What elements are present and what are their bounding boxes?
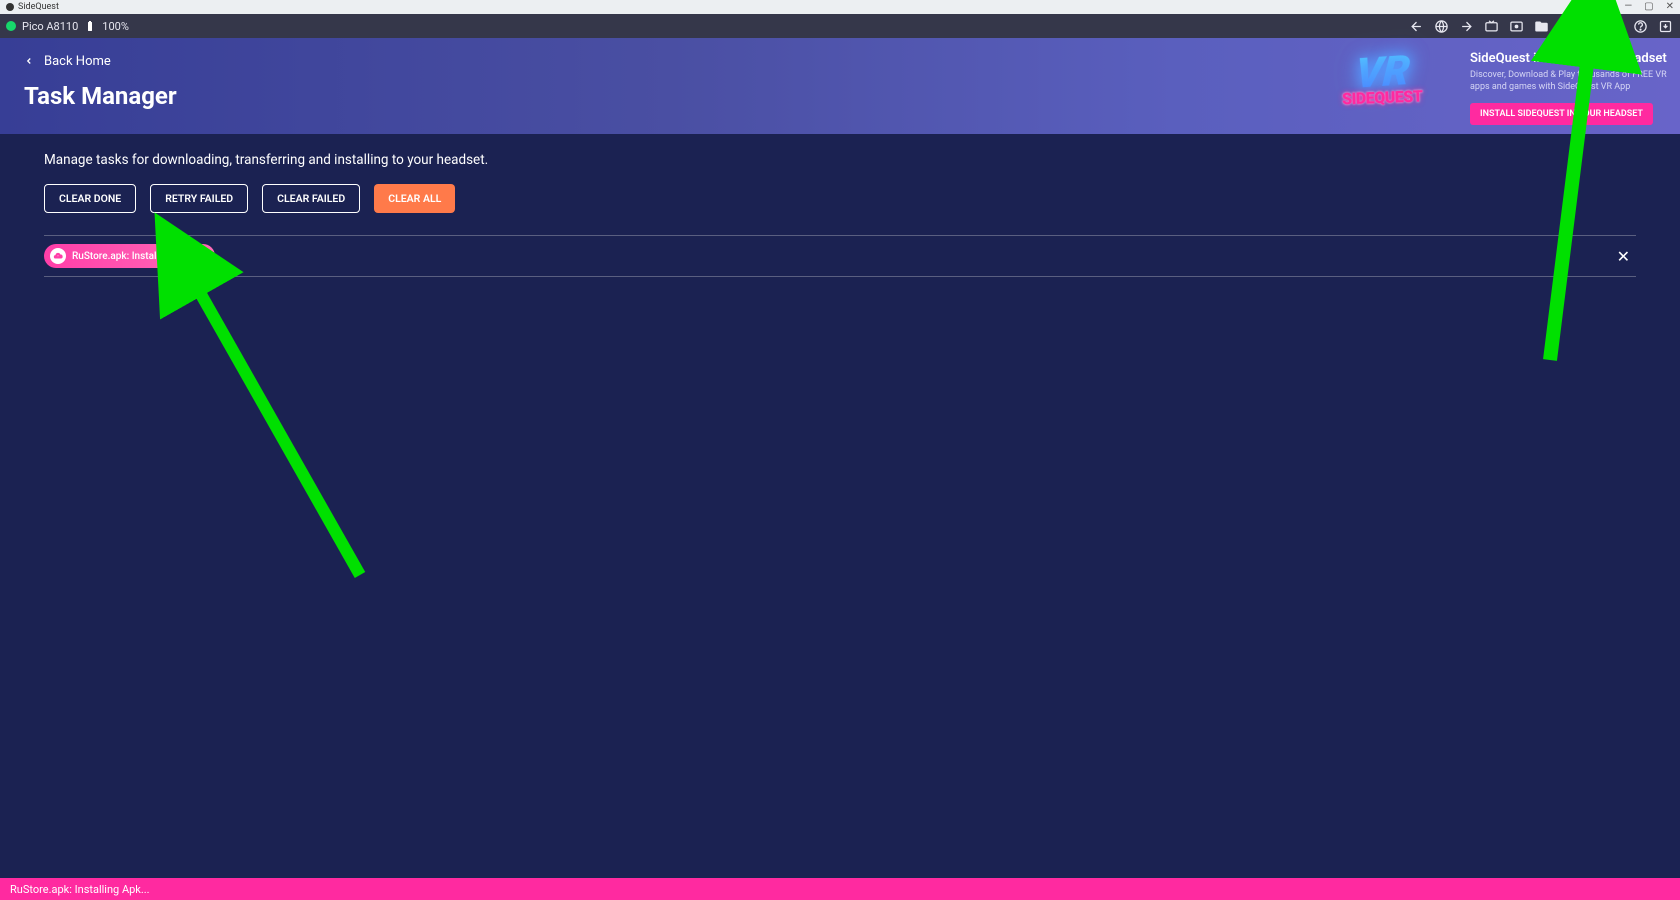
folder-icon[interactable] (1533, 18, 1550, 35)
clear-done-button[interactable]: CLEAR DONE (44, 184, 136, 213)
nav-forward-icon[interactable] (1458, 18, 1475, 35)
window-titlebar: SideQuest — ▢ ✕ (0, 0, 1680, 14)
minimize-button[interactable]: — (1624, 2, 1632, 12)
window-title: SideQuest (18, 2, 59, 12)
browser-icon[interactable] (1433, 18, 1450, 35)
stream-icon[interactable] (1483, 18, 1500, 35)
wifi-icon[interactable] (1508, 18, 1525, 35)
help-icon[interactable] (1632, 18, 1649, 35)
cloud-download-icon (50, 248, 66, 264)
back-home-label: Back Home (44, 54, 111, 69)
page-title: Task Manager (24, 82, 177, 110)
chevron-left-icon (24, 54, 34, 68)
task-list: RuStore.apk: Installing Apk... ✕ (44, 235, 1636, 277)
promo-headline: SideQuest inside your VR headset (1470, 51, 1670, 66)
install-apk-icon[interactable] (1657, 18, 1674, 35)
nav-back-icon[interactable] (1408, 18, 1425, 35)
wrench-icon[interactable] (1607, 18, 1624, 35)
device-name: Pico A8110 (22, 20, 78, 33)
tasks-count-badge[interactable]: 1 (1583, 20, 1599, 33)
install-sidequest-button[interactable]: INSTALL SIDEQUEST IN YOUR HEADSET (1470, 103, 1653, 125)
promo-banner: VR SIDEQUEST SideQuest inside your VR he… (1348, 48, 1670, 128)
task-row: RuStore.apk: Installing Apk... ✕ (44, 236, 1636, 277)
page-description: Manage tasks for downloading, transferri… (44, 152, 1636, 168)
sidequest-vr-logo: VR SIDEQUEST (1348, 48, 1458, 128)
maximize-button[interactable]: ▢ (1644, 2, 1653, 12)
logo-sidequest-text: SIDEQUEST (1342, 87, 1423, 109)
task-status-chip[interactable]: RuStore.apk: Installing Apk... (44, 244, 215, 268)
apps-grid-icon[interactable] (1558, 18, 1575, 35)
app-icon (6, 3, 14, 11)
main-content: Manage tasks for downloading, transferri… (0, 134, 1680, 295)
clear-failed-button[interactable]: CLEAR FAILED (262, 184, 360, 213)
retry-failed-button[interactable]: RETRY FAILED (150, 184, 248, 213)
task-label: RuStore.apk: Installing Apk... (72, 251, 201, 262)
task-dismiss-button[interactable]: ✕ (1611, 247, 1636, 266)
app-toolbar: Pico A8110 100% 1 (0, 14, 1680, 38)
status-bar: RuStore.apk: Installing Apk... (0, 878, 1680, 900)
close-button[interactable]: ✕ (1666, 2, 1674, 12)
page-header: Back Home Task Manager VR SIDEQUEST Side… (0, 38, 1680, 134)
promo-subtext: Discover, Download & Play thousands of F… (1470, 70, 1670, 93)
clear-all-button[interactable]: CLEAR ALL (374, 184, 455, 213)
status-text: RuStore.apk: Installing Apk... (10, 883, 150, 896)
task-actions-row: CLEAR DONE RETRY FAILED CLEAR FAILED CLE… (44, 184, 1636, 213)
battery-icon (84, 20, 96, 32)
connection-status-icon (6, 21, 16, 31)
window-controls: — ▢ ✕ (1624, 2, 1674, 12)
battery-percent: 100% (102, 20, 129, 33)
annotation-arrow-left (170, 255, 390, 599)
back-home-link[interactable]: Back Home (24, 50, 177, 72)
